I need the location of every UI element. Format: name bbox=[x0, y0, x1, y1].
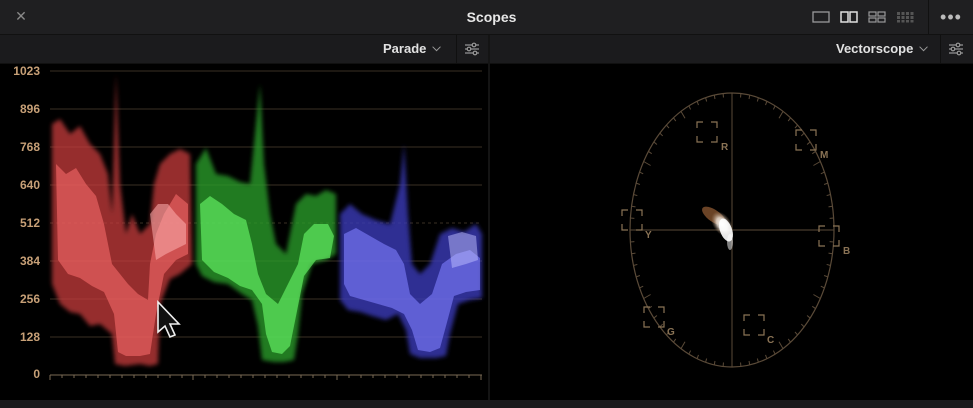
vectorscope-tick bbox=[639, 285, 644, 289]
vectorscope-tick bbox=[680, 341, 686, 349]
vectorscope-tick bbox=[778, 341, 784, 349]
vectorscope-tick bbox=[765, 354, 768, 359]
vectorscope-tick bbox=[631, 252, 636, 255]
vectorscope-tick bbox=[828, 252, 833, 255]
vectorscope-tick bbox=[794, 331, 798, 336]
vectorscope: R M B C G Y bbox=[490, 64, 973, 400]
chevron-down-icon: ⌵ bbox=[432, 42, 441, 54]
vectorscope-tick bbox=[787, 338, 791, 343]
vectorscope-tick bbox=[635, 275, 641, 278]
parade-graph bbox=[49, 70, 482, 380]
vectorscope-tick bbox=[756, 97, 759, 102]
vectorscope-tick bbox=[756, 358, 759, 363]
vectorscope-tick bbox=[643, 294, 651, 299]
vectorscope-tick bbox=[748, 94, 751, 100]
sliders-icon bbox=[465, 42, 479, 56]
vectorscope-tick bbox=[633, 194, 638, 197]
vectorscope-tick bbox=[653, 315, 658, 319]
vectorscope-tick bbox=[631, 205, 636, 208]
parade-toolbar: Parade ⌵ bbox=[0, 35, 488, 64]
parade-green-channel bbox=[196, 84, 336, 362]
parade-ticks bbox=[49, 375, 482, 380]
vectorscope-tick bbox=[648, 151, 653, 155]
vectorscope-tick bbox=[772, 105, 776, 110]
layout-single-icon[interactable] bbox=[807, 6, 835, 28]
vectorscope-graph: R M B C G Y bbox=[621, 92, 850, 368]
title-bar: ✕ Scopes ••• bbox=[0, 0, 973, 35]
vectorscope-tick bbox=[666, 124, 670, 129]
vectorscope-tick bbox=[823, 182, 829, 185]
vectorscope-tick bbox=[826, 263, 831, 266]
vectorscope-dropdown[interactable]: Vectorscope ⌵ bbox=[836, 41, 928, 56]
vectorscope-tick bbox=[820, 285, 825, 289]
vectorscope-tick bbox=[713, 94, 716, 100]
vectorscope-label: Vectorscope bbox=[836, 41, 914, 56]
vectorscope-tick bbox=[673, 117, 677, 122]
vectorscope-tick bbox=[705, 358, 708, 363]
layout-quad-icon[interactable] bbox=[863, 6, 891, 28]
more-horizontal-icon[interactable]: ••• bbox=[928, 0, 973, 34]
vectorscope-tick bbox=[823, 275, 829, 278]
vectorscope-tick bbox=[635, 182, 641, 185]
bottom-strip bbox=[0, 400, 973, 408]
layout-grid-icon[interactable] bbox=[891, 6, 919, 28]
chevron-down-icon: ⌵ bbox=[919, 42, 928, 54]
vectorscope-tick bbox=[794, 124, 798, 129]
target-r bbox=[696, 121, 718, 143]
vectorscope-toolbar: Vectorscope ⌵ bbox=[490, 35, 973, 64]
target-label-m: M bbox=[820, 150, 828, 161]
parade-settings-button[interactable] bbox=[456, 35, 487, 63]
vectorscope-tick bbox=[820, 171, 825, 175]
vectorscope-tick bbox=[806, 315, 811, 319]
target-y bbox=[621, 209, 643, 231]
vectorscope-settings-button[interactable] bbox=[940, 35, 971, 63]
sliders-icon bbox=[949, 42, 963, 56]
parade-blue-channel bbox=[340, 144, 482, 358]
vectorscope-tick bbox=[633, 263, 638, 266]
vectorscope-tick bbox=[800, 132, 805, 137]
vectorscope-tick bbox=[673, 338, 677, 343]
vectorscope-tick bbox=[748, 360, 751, 366]
target-label-g: G bbox=[667, 327, 675, 338]
vectorscope-tick bbox=[772, 350, 776, 355]
vectorscope-tick bbox=[705, 97, 708, 102]
vectorscope-tick bbox=[811, 151, 816, 155]
vectorscope-tick bbox=[828, 205, 833, 208]
vectorscope-tick bbox=[680, 111, 686, 119]
layout-dual-icon[interactable] bbox=[835, 6, 863, 28]
target-b bbox=[818, 225, 840, 247]
vectorscope-tick bbox=[688, 105, 692, 110]
target-c bbox=[743, 314, 765, 336]
target-label-b: B bbox=[843, 246, 850, 257]
vectorscope-tick bbox=[813, 161, 821, 166]
vectorscope-tick bbox=[696, 101, 699, 106]
vectorscope-tick bbox=[765, 101, 768, 106]
vectorscope-tick bbox=[688, 350, 692, 355]
vectorscope-tick bbox=[659, 132, 664, 137]
vectorscope-tick bbox=[813, 294, 821, 299]
layout-buttons bbox=[807, 6, 919, 28]
parade-scope-label: Parade bbox=[383, 41, 427, 56]
vectorscope-tick bbox=[806, 141, 811, 145]
target-label-c: C bbox=[767, 335, 774, 346]
target-label-r: R bbox=[721, 142, 729, 153]
vectorscope-tick bbox=[653, 141, 658, 145]
vectorscope-tick bbox=[643, 161, 651, 166]
target-label-y: Y bbox=[645, 230, 652, 241]
vectorscope-tick bbox=[811, 305, 816, 309]
mouse-cursor bbox=[157, 300, 181, 339]
vectorscope-tick bbox=[800, 323, 805, 328]
vectorscope-tick bbox=[713, 360, 716, 366]
vectorscope-tick bbox=[787, 117, 791, 122]
parade-scope-dropdown[interactable]: Parade ⌵ bbox=[383, 41, 441, 56]
vectorscope-tick bbox=[778, 111, 784, 119]
parade-scope: 1023 896 768 640 512 384 256 128 0 bbox=[0, 64, 488, 400]
vectorscope-tick bbox=[826, 194, 831, 197]
vectorscope-tick bbox=[696, 354, 699, 359]
target-g bbox=[643, 306, 665, 328]
vectorscope-tick bbox=[639, 171, 644, 175]
